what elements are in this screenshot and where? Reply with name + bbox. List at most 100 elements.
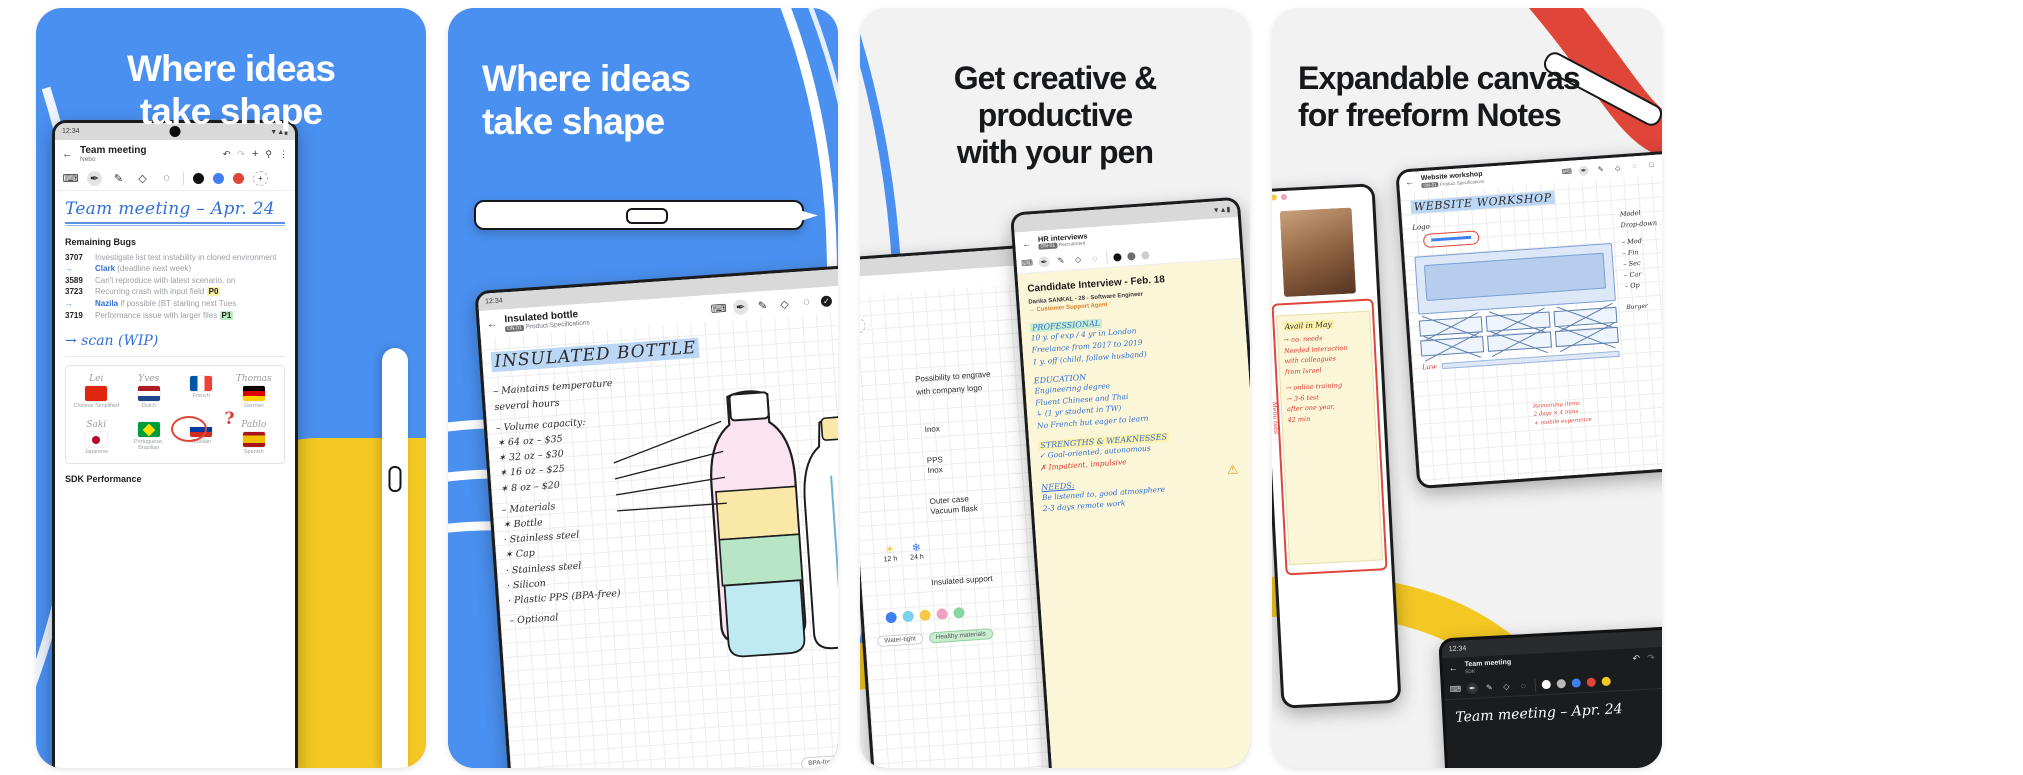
wireframe-x-box bbox=[1553, 306, 1618, 328]
color-swatch-black[interactable] bbox=[1113, 252, 1122, 262]
color-swatch-pink[interactable] bbox=[1280, 193, 1288, 201]
color-swatch-blue[interactable] bbox=[1571, 677, 1581, 688]
table-row[interactable]: 3707 Investigate list test instability i… bbox=[65, 253, 285, 264]
section-needs: NEEDS: Be listened to, good atmosphere 2… bbox=[1041, 461, 1249, 515]
more-vertical-icon[interactable]: ⋮ bbox=[279, 149, 288, 159]
swatch-blue[interactable] bbox=[885, 611, 898, 624]
highlighter-icon[interactable]: ✎ bbox=[1595, 164, 1606, 175]
note-canvas[interactable]: Team meeting – Apr. 24 Remaining Bugs 37… bbox=[55, 190, 295, 768]
drawing-toolbar[interactable]: ⌨ ✒ ✎ ◇ ◌ + bbox=[55, 166, 295, 191]
check-icon[interactable]: ✓ bbox=[820, 295, 833, 308]
headline-line-2: take shape bbox=[482, 100, 665, 142]
redo-icon[interactable]: ↷ bbox=[237, 149, 245, 159]
pen-icon[interactable]: ✒ bbox=[87, 170, 102, 186]
undo-icon[interactable]: ↶ bbox=[223, 149, 231, 159]
note-canvas[interactable]: Candidate Interview - Feb. 18 Darika SAN… bbox=[1017, 258, 1250, 768]
color-swatch-blue[interactable] bbox=[213, 172, 224, 184]
list-item[interactable]: Portuguese, Brazilian bbox=[125, 420, 174, 455]
plus-icon[interactable]: + bbox=[1661, 652, 1662, 662]
inset-phone-screen: 12:34 ▼▲▮ ← Team meeting SDK ↶ ↷ + ⚲ bbox=[1441, 628, 1662, 768]
lasso-icon[interactable]: ◌ bbox=[798, 295, 814, 311]
color-swatch-yellow[interactable] bbox=[1272, 194, 1278, 201]
headline-line-2: for freeform Notes bbox=[1298, 97, 1562, 134]
list-item[interactable]: Lei Chinese Simplified bbox=[72, 374, 121, 409]
highlighter-icon[interactable]: ✎ bbox=[111, 171, 126, 186]
note-canvas[interactable]: WEBSITE WORKSHOP Logo Law Model Drop-dow… bbox=[1400, 171, 1662, 426]
language-flags-card[interactable]: Lei Chinese Simplified Yves Dutch French… bbox=[65, 365, 285, 465]
redo-icon[interactable]: ↷ bbox=[1647, 653, 1655, 663]
color-swatch-red[interactable] bbox=[233, 172, 244, 184]
swatch-yellow[interactable] bbox=[919, 608, 931, 621]
back-arrow-icon[interactable]: ← bbox=[62, 148, 73, 160]
highlighter-icon[interactable]: ✎ bbox=[755, 298, 771, 314]
pen-icon[interactable]: ✒ bbox=[1038, 256, 1050, 269]
add-color-icon[interactable]: + bbox=[253, 170, 268, 186]
keyboard-icon[interactable]: ⌨ bbox=[63, 171, 79, 186]
eraser-icon[interactable]: ◇ bbox=[135, 171, 150, 186]
pen-icon[interactable]: ✒ bbox=[1466, 682, 1479, 694]
list-item[interactable]: French bbox=[177, 374, 226, 409]
back-arrow-icon[interactable]: ← bbox=[1449, 663, 1459, 673]
table-row[interactable]: 3589 Can't reproduce with latest scenari… bbox=[65, 276, 285, 287]
list-item[interactable]: Russian ? bbox=[171, 409, 235, 455]
back-arrow-icon[interactable]: ← bbox=[1022, 238, 1032, 249]
table-row[interactable]: 3719 Performance issue with larger files… bbox=[65, 310, 285, 322]
color-swatch-white[interactable] bbox=[1541, 679, 1552, 689]
keyboard-icon[interactable]: ⌨ bbox=[710, 301, 727, 317]
eraser-icon[interactable]: ◇ bbox=[1612, 163, 1623, 174]
eraser-icon[interactable]: ◇ bbox=[1072, 254, 1084, 266]
s-pen-stylus[interactable] bbox=[382, 348, 408, 768]
color-swatch-yellow[interactable] bbox=[1601, 676, 1611, 686]
plus-icon[interactable]: + bbox=[252, 148, 258, 160]
promo-panel-3[interactable]: Get creative & productive with your pen … bbox=[860, 8, 1250, 768]
highlighter-icon[interactable]: ✎ bbox=[1484, 681, 1496, 693]
lasso-icon[interactable]: ◌ bbox=[159, 171, 174, 186]
promo-panel-2[interactable]: Where ideas take shape 12:34 ▼▲▮ ← Insul… bbox=[448, 8, 838, 768]
promo-panel-1[interactable]: Where ideas take shape 12:34 ▼▲▮ ← Team … bbox=[36, 8, 426, 768]
shape-icon[interactable]: □ bbox=[1646, 160, 1657, 171]
list-item[interactable]: Yves Dutch bbox=[125, 374, 174, 409]
back-arrow-icon[interactable]: ← bbox=[486, 318, 498, 331]
pen-icon[interactable]: ✒ bbox=[1578, 164, 1590, 176]
tag-water-tight[interactable]: Water-tight bbox=[876, 632, 924, 647]
undo-icon[interactable]: ↶ bbox=[1632, 653, 1640, 663]
pen-icon[interactable]: ✒ bbox=[732, 299, 749, 316]
s-pen-stylus[interactable] bbox=[474, 200, 804, 230]
flag-label: German bbox=[243, 403, 264, 410]
right-tablet-device: ▼▲▮ ← HR interviews ON-01 Recruitment ⌨ … bbox=[1010, 196, 1250, 768]
note-canvas[interactable]: INSULATED BOTTLE – Maintains temperature… bbox=[481, 309, 838, 768]
color-swatch-gray[interactable] bbox=[1556, 678, 1566, 689]
tag-bpa-free[interactable]: BPA-free bbox=[800, 754, 838, 768]
eraser-icon[interactable]: ◇ bbox=[777, 296, 793, 312]
warning-icon: ⚠ bbox=[1226, 461, 1239, 477]
mini-toolbar[interactable] bbox=[1272, 186, 1373, 205]
back-arrow-icon[interactable]: ← bbox=[1405, 177, 1415, 188]
stylus-button[interactable] bbox=[626, 208, 668, 224]
keyboard-icon[interactable]: ⌨ bbox=[1449, 683, 1461, 695]
color-swatch-red[interactable] bbox=[1586, 677, 1596, 687]
promo-panel-4[interactable]: Expandable canvas for freeform Notes Men… bbox=[1272, 8, 1662, 768]
tag-healthy-materials[interactable]: Healthy materials bbox=[928, 627, 994, 644]
color-swatch-black[interactable] bbox=[193, 172, 204, 184]
eraser-icon[interactable]: ◇ bbox=[1501, 681, 1513, 693]
list-item[interactable]: Pablo Spanish bbox=[230, 420, 279, 455]
table-row[interactable]: → Clark (deadline next week) bbox=[65, 264, 285, 275]
swatch-cyan[interactable] bbox=[902, 610, 915, 622]
stylus-button[interactable] bbox=[388, 466, 402, 492]
list-item[interactable]: Thomas German bbox=[230, 374, 279, 409]
color-swatch-light[interactable] bbox=[1141, 250, 1150, 260]
table-row[interactable]: 3723 Recurring crash with input field P0 bbox=[65, 287, 285, 298]
lasso-icon[interactable]: ◌ bbox=[1518, 680, 1530, 692]
keyboard-icon[interactable]: ⌨ bbox=[1561, 166, 1573, 177]
color-swatch-gray[interactable] bbox=[1127, 251, 1136, 261]
list-item[interactable]: Saki Japanese bbox=[72, 420, 121, 455]
flag-icon-brazilian bbox=[137, 422, 160, 438]
swatch-green[interactable] bbox=[953, 606, 965, 619]
swatch-pink[interactable] bbox=[936, 607, 948, 620]
table-row[interactable]: → Nazila if possible (BT starting next T… bbox=[65, 299, 285, 310]
highlighter-icon[interactable]: ✎ bbox=[1055, 255, 1067, 267]
lasso-icon[interactable]: ◌ bbox=[1089, 253, 1101, 265]
lasso-icon[interactable]: ◌ bbox=[1629, 161, 1640, 172]
keyboard-icon[interactable]: ⌨ bbox=[1021, 258, 1033, 270]
search-icon[interactable]: ⚲ bbox=[265, 149, 272, 159]
